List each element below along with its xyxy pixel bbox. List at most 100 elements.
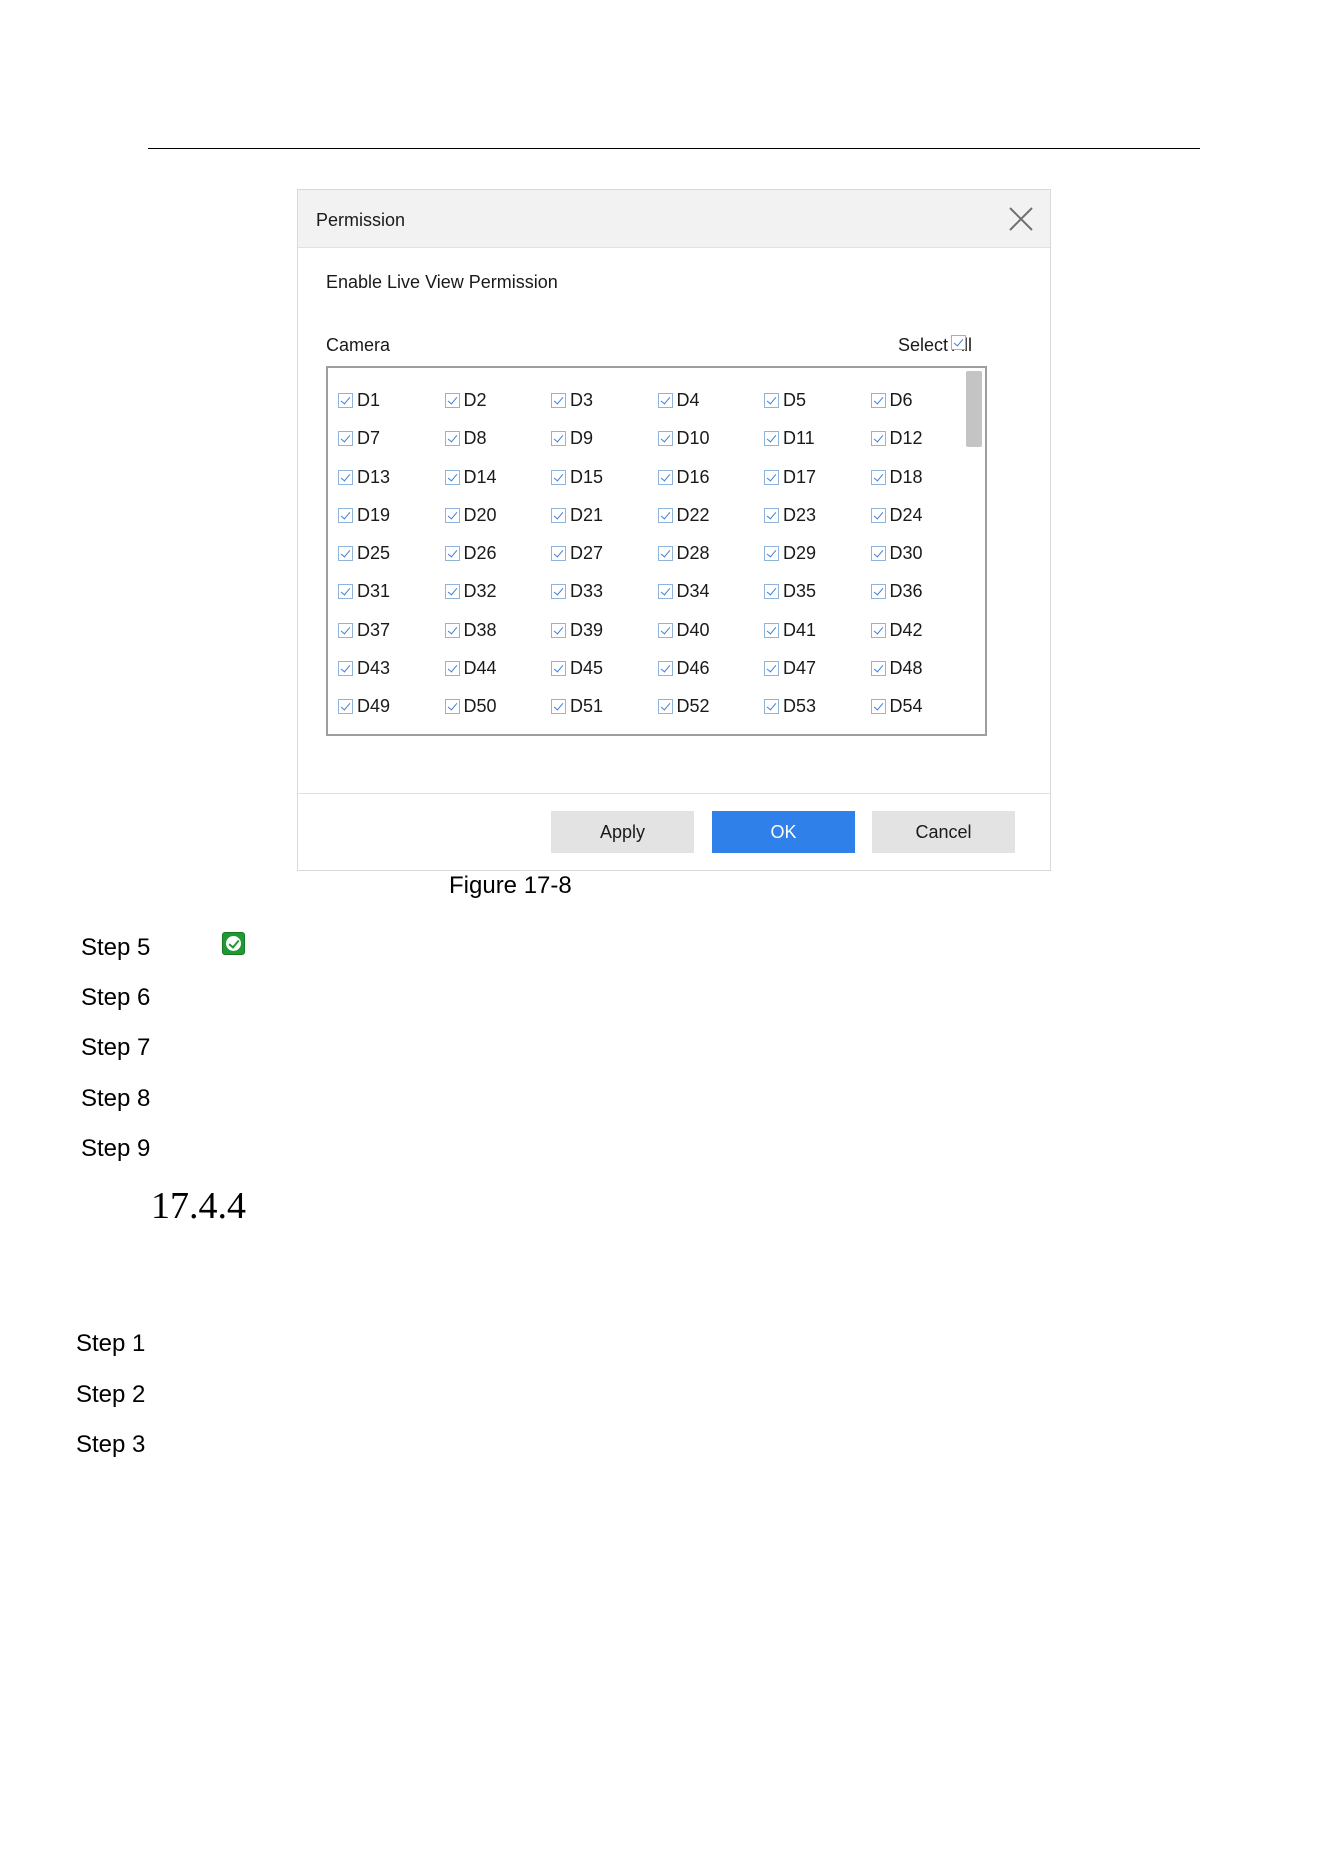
- scrollbar[interactable]: [965, 370, 983, 732]
- camera-checkbox[interactable]: [338, 622, 353, 638]
- camera-checkbox[interactable]: [764, 393, 779, 408]
- camera-checkbox[interactable]: [870, 469, 886, 485]
- camera-item[interactable]: D13: [338, 467, 445, 488]
- camera-item[interactable]: D33: [551, 581, 658, 602]
- camera-checkbox[interactable]: [444, 507, 460, 523]
- camera-item[interactable]: D20: [444, 505, 552, 526]
- camera-checkbox[interactable]: [551, 507, 566, 523]
- ok-button[interactable]: OK: [712, 811, 855, 853]
- camera-checkbox[interactable]: [551, 661, 566, 677]
- camera-item[interactable]: D38: [444, 620, 552, 641]
- camera-checkbox[interactable]: [338, 393, 353, 408]
- camera-item[interactable]: D16: [657, 467, 765, 488]
- camera-item[interactable]: D30: [870, 543, 978, 564]
- camera-checkbox[interactable]: [338, 661, 353, 677]
- camera-item[interactable]: D17: [764, 467, 871, 488]
- camera-checkbox[interactable]: [551, 469, 566, 485]
- camera-item[interactable]: D50: [444, 696, 552, 717]
- camera-checkbox[interactable]: [551, 546, 566, 562]
- camera-checkbox[interactable]: [764, 661, 779, 677]
- camera-checkbox[interactable]: [444, 469, 460, 485]
- camera-checkbox[interactable]: [551, 622, 566, 638]
- camera-item[interactable]: D4: [657, 390, 765, 411]
- camera-checkbox[interactable]: [444, 584, 460, 600]
- camera-item[interactable]: D5: [764, 390, 871, 411]
- camera-item[interactable]: D18: [870, 467, 978, 488]
- camera-item[interactable]: D1: [338, 390, 445, 411]
- camera-item[interactable]: D8: [444, 428, 552, 449]
- camera-checkbox[interactable]: [444, 546, 460, 562]
- camera-item[interactable]: D51: [551, 696, 658, 717]
- camera-item[interactable]: D24: [870, 505, 978, 526]
- camera-item[interactable]: D36: [870, 581, 978, 602]
- camera-item[interactable]: D14: [444, 467, 552, 488]
- camera-checkbox[interactable]: [870, 622, 886, 638]
- camera-checkbox[interactable]: [338, 431, 353, 447]
- camera-checkbox[interactable]: [551, 584, 566, 600]
- camera-checkbox[interactable]: [657, 507, 673, 523]
- camera-item[interactable]: D45: [551, 658, 658, 679]
- cancel-button[interactable]: Cancel: [872, 811, 1015, 853]
- camera-checkbox[interactable]: [657, 469, 673, 485]
- camera-item[interactable]: D2: [444, 390, 552, 411]
- camera-checkbox[interactable]: [657, 431, 673, 447]
- camera-item[interactable]: D3: [551, 390, 658, 411]
- camera-checkbox[interactable]: [657, 661, 673, 677]
- camera-checkbox[interactable]: [444, 699, 460, 715]
- camera-item[interactable]: D6: [870, 390, 978, 411]
- camera-item[interactable]: D29: [764, 543, 871, 564]
- camera-checkbox[interactable]: [338, 469, 353, 485]
- camera-checkbox[interactable]: [764, 584, 779, 600]
- camera-item[interactable]: D26: [444, 543, 552, 564]
- camera-item[interactable]: D53: [764, 696, 871, 717]
- camera-checkbox[interactable]: [870, 546, 886, 562]
- camera-item[interactable]: D41: [764, 620, 871, 641]
- camera-item[interactable]: D40: [657, 620, 765, 641]
- camera-item[interactable]: D39: [551, 620, 658, 641]
- camera-checkbox[interactable]: [338, 507, 353, 523]
- camera-checkbox[interactable]: [444, 393, 460, 408]
- camera-item[interactable]: D54: [870, 696, 978, 717]
- camera-item[interactable]: D44: [444, 658, 552, 679]
- camera-checkbox[interactable]: [764, 622, 779, 638]
- camera-checkbox[interactable]: [764, 699, 779, 715]
- camera-item[interactable]: D43: [338, 658, 445, 679]
- camera-item[interactable]: D15: [551, 467, 658, 488]
- camera-checkbox[interactable]: [870, 507, 886, 523]
- camera-checkbox[interactable]: [657, 584, 673, 600]
- camera-item[interactable]: D7: [338, 428, 445, 449]
- camera-item[interactable]: D25: [338, 543, 445, 564]
- camera-item[interactable]: D9: [551, 428, 658, 449]
- camera-item[interactable]: D42: [870, 620, 978, 641]
- camera-item[interactable]: D35: [764, 581, 871, 602]
- camera-checkbox[interactable]: [551, 431, 566, 447]
- camera-checkbox[interactable]: [764, 546, 779, 562]
- camera-item[interactable]: D52: [657, 696, 765, 717]
- camera-item[interactable]: D32: [444, 581, 552, 602]
- camera-checkbox[interactable]: [551, 699, 566, 715]
- camera-item[interactable]: D19: [338, 505, 445, 526]
- select-all-checkbox[interactable]: [951, 335, 966, 350]
- camera-checkbox[interactable]: [444, 661, 460, 677]
- camera-item[interactable]: D10: [657, 428, 765, 449]
- camera-checkbox[interactable]: [764, 469, 779, 485]
- camera-checkbox[interactable]: [338, 584, 353, 600]
- camera-checkbox[interactable]: [444, 431, 460, 447]
- camera-item[interactable]: D27: [551, 543, 658, 564]
- camera-item[interactable]: D11: [764, 428, 871, 449]
- camera-checkbox[interactable]: [764, 431, 779, 447]
- camera-item[interactable]: D34: [657, 581, 765, 602]
- camera-checkbox[interactable]: [870, 661, 886, 677]
- camera-item[interactable]: D48: [870, 658, 978, 679]
- scrollbar-thumb[interactable]: [966, 371, 982, 447]
- apply-button[interactable]: Apply: [551, 811, 694, 853]
- camera-checkbox[interactable]: [338, 699, 353, 715]
- camera-item[interactable]: D46: [657, 658, 765, 679]
- camera-item[interactable]: D21: [551, 505, 658, 526]
- camera-checkbox[interactable]: [870, 393, 886, 408]
- camera-item[interactable]: D22: [657, 505, 765, 526]
- camera-checkbox[interactable]: [870, 584, 886, 600]
- camera-item[interactable]: D31: [338, 581, 445, 602]
- camera-item[interactable]: D28: [657, 543, 765, 564]
- camera-item[interactable]: D47: [764, 658, 871, 679]
